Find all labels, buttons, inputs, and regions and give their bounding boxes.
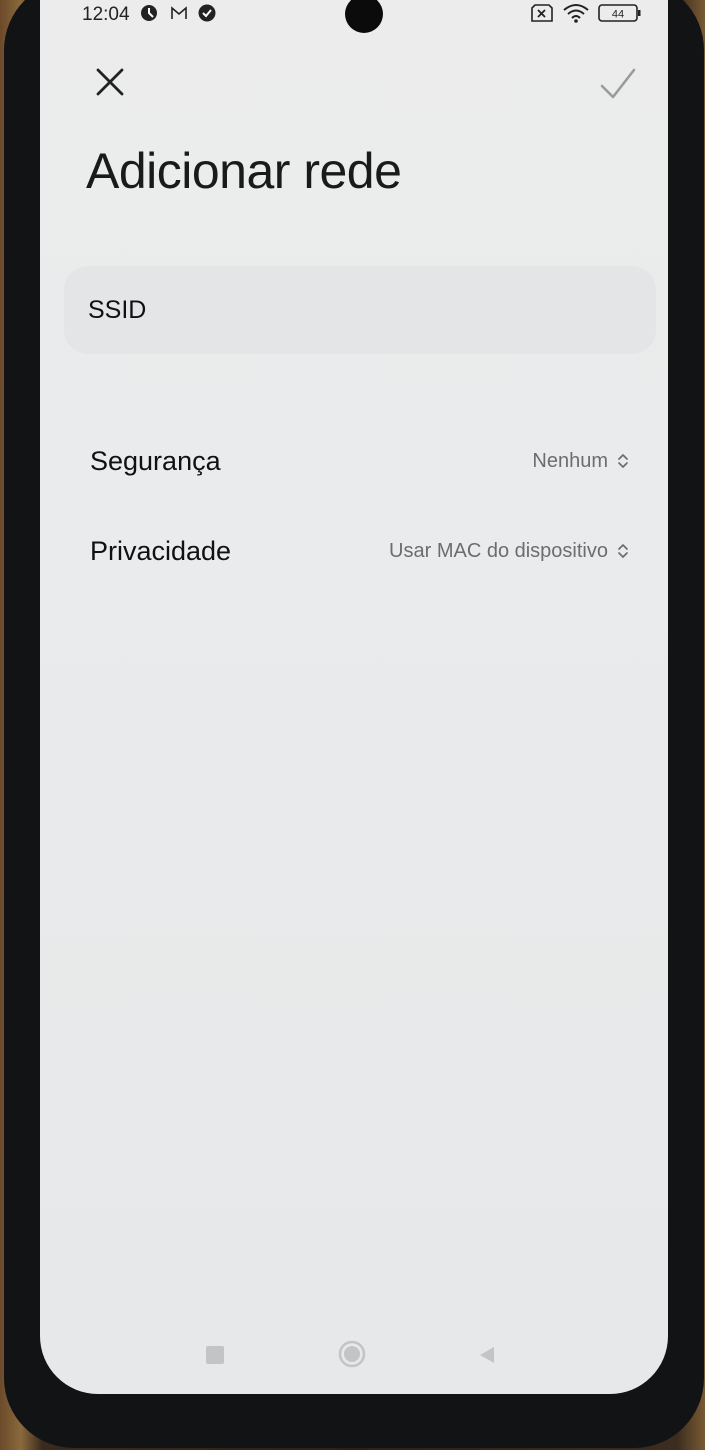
privacy-row[interactable]: Privacidade Usar MAC do dispositivo (90, 526, 630, 576)
privacy-selector[interactable]: Usar MAC do dispositivo (389, 540, 630, 563)
chevron-up-down-icon (618, 544, 628, 558)
front-camera (345, 0, 383, 33)
security-selector[interactable]: Nenhum (532, 450, 630, 473)
security-value: Nenhum (532, 449, 608, 472)
screen: 12:04 44 Adicionar rede SSID Segurança N… (40, 0, 668, 1394)
gmail-icon (170, 4, 188, 22)
home-icon (338, 1340, 366, 1368)
back-icon (480, 1347, 494, 1363)
privacy-label: Privacidade (90, 535, 232, 566)
security-row[interactable]: Segurança Nenhum (90, 436, 630, 486)
phone-frame: 12:04 44 Adicionar rede SSID Segurança N… (4, 0, 704, 1448)
ssid-input[interactable] (88, 295, 656, 325)
check-circle-icon (198, 4, 216, 22)
close-icon (96, 68, 124, 96)
close-button[interactable] (92, 64, 128, 100)
check-icon (600, 68, 636, 99)
confirm-button[interactable] (598, 64, 638, 104)
status-time: 12:04 (82, 4, 130, 25)
no-sim-icon (530, 4, 554, 22)
chevron-up-down-icon (618, 454, 628, 468)
wifi-icon (562, 4, 590, 23)
home-button[interactable] (338, 1340, 366, 1368)
data-saver-icon (140, 4, 158, 22)
recents-button[interactable] (206, 1346, 224, 1364)
ssid-field[interactable] (64, 266, 656, 354)
security-label: Segurança (90, 445, 221, 476)
page-title: Adicionar rede (86, 143, 402, 199)
back-button[interactable] (476, 1344, 498, 1366)
battery-level: 44 (612, 9, 624, 21)
privacy-value: Usar MAC do dispositivo (389, 539, 608, 562)
battery-icon: 44 (598, 4, 642, 22)
status-bar: 12:04 44 (40, 0, 668, 48)
